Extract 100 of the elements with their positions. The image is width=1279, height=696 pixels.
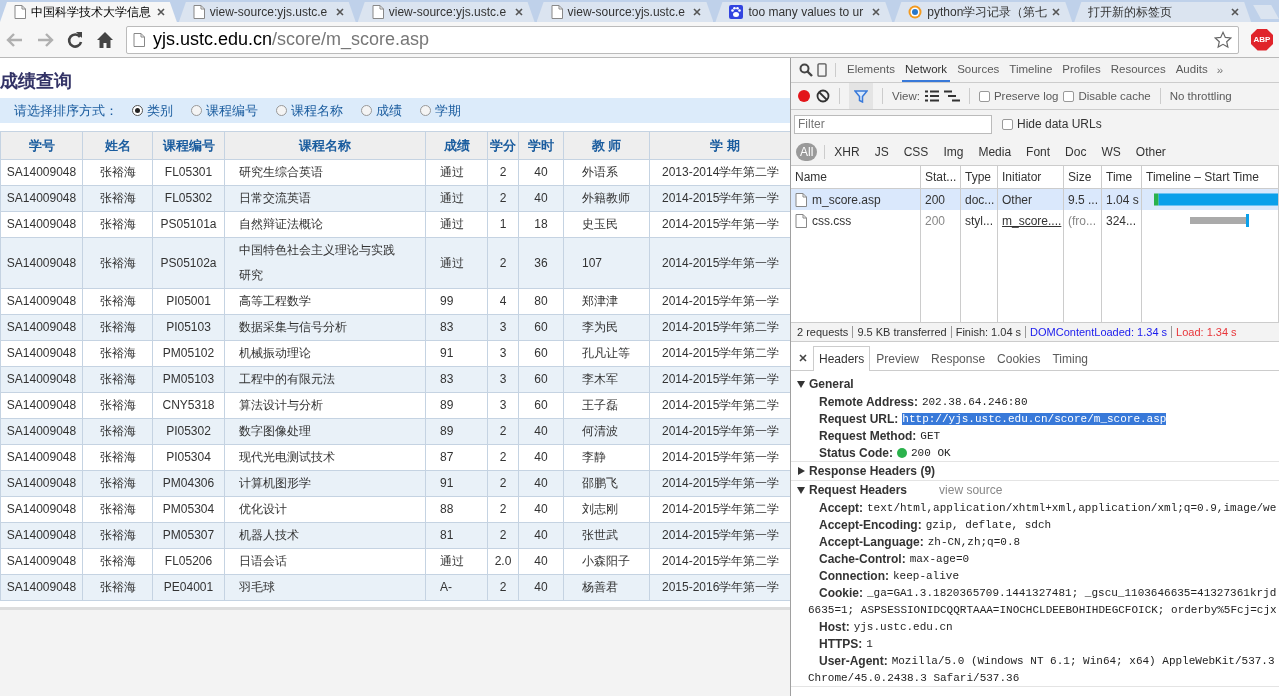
browser-tab[interactable]: view-source:yjs.ustc.e: [178, 2, 356, 22]
type-filter[interactable]: Media: [976, 143, 1014, 160]
column-header[interactable]: Time: [1102, 166, 1142, 188]
table-cell: 40: [518, 444, 564, 471]
table-cell: 计算机图形学: [224, 470, 426, 497]
section-title[interactable]: Response Headers (9): [809, 464, 936, 478]
type-filter[interactable]: CSS: [901, 143, 931, 160]
detail-tab[interactable]: Preview: [870, 346, 926, 370]
radio-label[interactable]: 课程名称: [291, 101, 343, 120]
address-field[interactable]: yjs.ustc.edu.cn/score/m_score.asp: [126, 25, 1239, 54]
panel-tab[interactable]: Sources: [954, 58, 1003, 82]
column-header[interactable]: Type: [961, 166, 998, 188]
tab-close-icon[interactable]: [1052, 8, 1061, 16]
table-cell: 羽毛球: [224, 574, 426, 601]
table-cell: 107: [563, 237, 650, 289]
search-icon[interactable]: [799, 63, 813, 77]
initiator-link[interactable]: m_score....: [998, 210, 1064, 231]
browser-tab[interactable]: 打开新的标签页: [1074, 2, 1252, 22]
type-filter[interactable]: XHR: [832, 143, 862, 160]
column-header[interactable]: Timeline – Start Time: [1142, 166, 1279, 188]
type-filter[interactable]: Doc: [1063, 143, 1089, 160]
column-header[interactable]: Initiator: [998, 166, 1064, 188]
table-cell: 通过: [425, 159, 488, 186]
tab-close-icon[interactable]: [693, 8, 702, 16]
type-filter[interactable]: Img: [941, 143, 966, 160]
reload-icon[interactable]: [66, 30, 84, 49]
browser-tab[interactable]: too many values to ur: [715, 2, 893, 22]
throttling-select[interactable]: No throttling: [1169, 90, 1232, 102]
tab-close-icon[interactable]: [335, 8, 344, 16]
panel-tab[interactable]: Audits: [1172, 58, 1211, 82]
radio-button[interactable]: [361, 105, 372, 116]
panel-tab[interactable]: Timeline: [1006, 58, 1056, 82]
type-filter[interactable]: WS: [1099, 143, 1123, 160]
tab-close-icon[interactable]: [1231, 8, 1240, 16]
request-row[interactable]: css.css 200 styl... m_score.... (fro... 324...: [791, 210, 1279, 231]
checkbox[interactable]: Disable cache: [1063, 90, 1151, 102]
table-cell: 2014-2015学年第二学: [649, 314, 790, 341]
column-header[interactable]: Size: [1064, 166, 1102, 188]
adblock-button[interactable]: ABP: [1251, 28, 1273, 51]
request-row[interactable]: m_score.asp 200 doc... Other 9.5 ... 1.04 s: [791, 189, 1279, 210]
column-header: 课程编号: [152, 131, 225, 160]
radio-button[interactable]: [276, 105, 287, 116]
type-filter[interactable]: Other: [1133, 143, 1168, 160]
radio-label[interactable]: 类别: [147, 101, 173, 120]
table-cell: 通过: [425, 237, 488, 289]
detail-tab[interactable]: Timing: [1046, 346, 1094, 370]
browser-tab[interactable]: python学习记录（第七: [894, 2, 1073, 22]
table-cell: 2015-2016学年第一学: [649, 574, 790, 601]
tab-close-icon[interactable]: [514, 8, 523, 16]
disclosure-triangle-icon[interactable]: [797, 380, 805, 388]
more-tabs-button[interactable]: »: [1214, 58, 1224, 82]
browser-tab[interactable]: view-source:yjs.ustc.e: [357, 2, 535, 22]
panel-tab[interactable]: Resources: [1107, 58, 1169, 82]
radio-button[interactable]: [132, 105, 143, 116]
phone-icon[interactable]: [817, 63, 827, 77]
radio-label[interactable]: 学期: [435, 101, 461, 120]
column-header[interactable]: Stat...: [921, 166, 961, 188]
section-title[interactable]: Request Headers: [809, 483, 908, 497]
home-icon[interactable]: [96, 30, 114, 49]
type-filter[interactable]: JS: [872, 143, 891, 160]
close-icon[interactable]: [799, 354, 807, 362]
tab-close-icon[interactable]: [872, 8, 881, 16]
waterfall-icon[interactable]: [943, 90, 960, 102]
record-icon[interactable]: [797, 89, 811, 103]
detail-tab[interactable]: Response: [925, 346, 992, 370]
table-cell: 2014-2015学年第一学: [649, 418, 790, 445]
radio-label[interactable]: 成绩: [376, 101, 402, 120]
checkbox[interactable]: Preserve log: [978, 90, 1059, 102]
disclosure-triangle-icon[interactable]: [797, 486, 805, 494]
radio-button[interactable]: [420, 105, 431, 116]
type-filter[interactable]: Font: [1024, 143, 1053, 160]
detail-tab[interactable]: Headers: [813, 346, 871, 371]
page-icon: [795, 192, 807, 207]
list-view-icon[interactable]: [924, 90, 939, 102]
browser-tab[interactable]: 中国科学技术大学信息: [0, 2, 177, 22]
table-cell: 3: [487, 392, 519, 419]
checkbox[interactable]: Hide data URLs: [1002, 117, 1102, 131]
summary-text: 2 requests: [796, 326, 850, 338]
radio-button[interactable]: [191, 105, 202, 116]
star-icon[interactable]: [1214, 30, 1232, 49]
filter-icon[interactable]: [854, 89, 868, 103]
radio-label[interactable]: 课程编号: [206, 101, 258, 120]
table-cell: 张裕海: [82, 470, 153, 497]
detail-tab[interactable]: Cookies: [991, 346, 1047, 370]
table-cell: 杨善君: [563, 574, 650, 601]
browser-tab[interactable]: view-source:yjs.ustc.e: [536, 2, 714, 22]
table-cell: PS05102a: [152, 237, 225, 289]
section-title[interactable]: General: [809, 377, 854, 391]
filter-toggle[interactable]: [849, 83, 873, 109]
table-cell: 9.5 ...: [1064, 189, 1102, 210]
table-cell: 自然辩证法概论: [224, 211, 426, 238]
disclosure-triangle-icon[interactable]: [797, 467, 805, 475]
view-source-link[interactable]: view source: [939, 483, 1003, 497]
panel-tab[interactable]: Profiles: [1059, 58, 1104, 82]
panel-tab[interactable]: Elements: [844, 58, 898, 82]
clear-icon[interactable]: [816, 89, 830, 103]
tab-close-icon[interactable]: [156, 8, 165, 16]
column-header[interactable]: Name: [791, 166, 921, 188]
table-cell: 2014-2015学年第一学: [649, 237, 790, 289]
filter-field[interactable]: Filter: [794, 114, 992, 134]
